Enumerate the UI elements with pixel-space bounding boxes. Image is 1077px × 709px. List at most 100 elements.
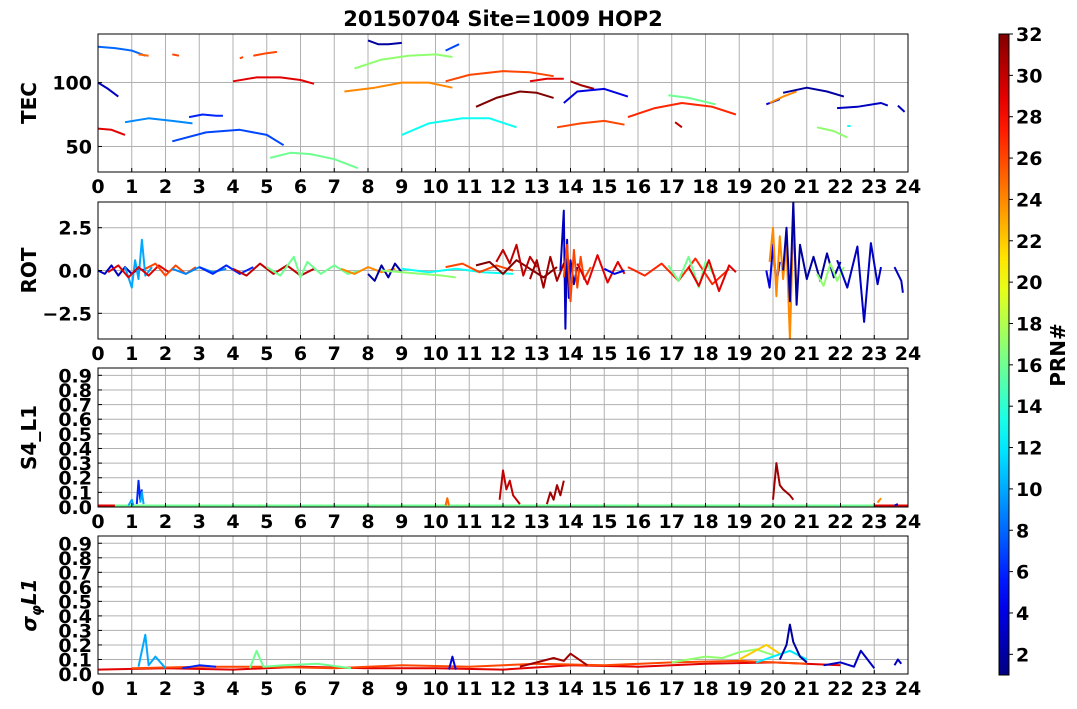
x-tick-label: 1 xyxy=(125,176,138,198)
x-tick-label: 7 xyxy=(328,678,341,700)
x-tick-label: 22 xyxy=(827,678,853,700)
series-line-prn-25 xyxy=(138,53,149,57)
panel-1: 0 1 2 3 4 5 6 7 8 9 10 11 12 13 14 15 16 17 18 19 20 21 22 23 24… xyxy=(17,33,921,198)
x-tick-label: 9 xyxy=(395,176,408,198)
y-tick-label: 0.0 xyxy=(58,261,92,283)
x-tick-label: 3 xyxy=(193,511,206,533)
colorbar-tick-label: 8 xyxy=(1016,520,1029,542)
y-axis-label: ROT xyxy=(17,247,41,293)
x-tick-label: 2 xyxy=(159,343,172,365)
colorbar-gradient xyxy=(998,33,1010,676)
x-tick-label: 17 xyxy=(659,678,685,700)
x-tick-label: 14 xyxy=(557,511,583,533)
x-tick-label: 22 xyxy=(827,176,853,198)
x-tick-label: 21 xyxy=(794,176,820,198)
x-tick-label: 6 xyxy=(294,511,307,533)
x-tick-label: 16 xyxy=(625,678,651,700)
x-tick-label: 11 xyxy=(456,343,482,365)
y-tick-label: 0.9 xyxy=(58,533,92,555)
x-tick-label: 0 xyxy=(91,511,104,533)
x-tick-label: 19 xyxy=(726,678,752,700)
colorbar-tick-label: 30 xyxy=(1016,65,1042,87)
x-tick-label: 20 xyxy=(760,176,786,198)
series-line-prn-26 xyxy=(239,56,244,60)
y-tick-label: 0.9 xyxy=(58,365,92,387)
figure: 20150704 Site=1009 HOP2 0 1 2 3 4 5 6 7 8 9 10 11 12… xyxy=(17,7,1070,700)
x-tick-label: 8 xyxy=(361,176,374,198)
x-tick-label: 3 xyxy=(193,678,206,700)
x-tick-label: 10 xyxy=(422,511,448,533)
x-tick-label: 23 xyxy=(861,343,887,365)
colorbar-label: PRN# xyxy=(1046,323,1070,387)
x-tick-label: 24 xyxy=(895,678,921,700)
y-tick-label: 100 xyxy=(52,73,92,95)
x-tick-label: 20 xyxy=(760,511,786,533)
x-tick-label: 15 xyxy=(591,176,617,198)
x-tick-label: 6 xyxy=(294,343,307,365)
colorbar-tick-label: 20 xyxy=(1016,272,1042,294)
panel-2: 0 1 2 3 4 5 6 7 8 9 10 11 12 13 14 15 16 17 18 19 20 21 22 23 24… xyxy=(17,201,921,365)
x-tick-label: 20 xyxy=(760,678,786,700)
x-tick-label: 20 xyxy=(760,343,786,365)
x-tick-label: 4 xyxy=(226,511,239,533)
x-tick-label: 14 xyxy=(557,678,583,700)
x-tick-label: 19 xyxy=(726,511,752,533)
y-axis-label: TEC xyxy=(17,82,41,124)
y-tick-label: −2.5 xyxy=(42,303,92,325)
x-tick-label: 2 xyxy=(159,176,172,198)
x-tick-label: 4 xyxy=(226,343,239,365)
x-tick-label: 0 xyxy=(91,343,104,365)
x-tick-label: 23 xyxy=(861,511,887,533)
x-tick-label: 18 xyxy=(692,678,718,700)
figure-title: 20150704 Site=1009 HOP2 xyxy=(343,7,663,31)
y-tick-label: 2.5 xyxy=(58,218,92,240)
y-axis-label: σφL1 xyxy=(17,578,45,631)
x-tick-label: 24 xyxy=(895,511,921,533)
series-line-prn-3 xyxy=(894,503,899,507)
colorbar-tick-label: 28 xyxy=(1016,107,1042,129)
x-tick-label: 5 xyxy=(260,511,273,533)
x-tick-label: 17 xyxy=(659,511,685,533)
x-tick-label: 15 xyxy=(591,678,617,700)
x-tick-label: 14 xyxy=(557,343,583,365)
x-tick-label: 23 xyxy=(861,176,887,198)
x-tick-label: 12 xyxy=(490,176,516,198)
x-tick-label: 19 xyxy=(726,176,752,198)
x-tick-label: 6 xyxy=(294,176,307,198)
x-tick-label: 5 xyxy=(260,343,273,365)
colorbar-tick-label: 32 xyxy=(1016,24,1042,46)
colorbar-tick-label: 4 xyxy=(1016,603,1029,625)
x-tick-label: 23 xyxy=(861,678,887,700)
x-tick-label: 15 xyxy=(591,511,617,533)
x-tick-label: 22 xyxy=(827,511,853,533)
x-tick-label: 4 xyxy=(226,678,239,700)
colorbar-tick-label: 2 xyxy=(1016,644,1029,666)
x-tick-label: 18 xyxy=(692,176,718,198)
x-tick-label: 9 xyxy=(395,343,408,365)
x-tick-label: 13 xyxy=(524,678,550,700)
y-tick-label: 50 xyxy=(66,136,92,158)
x-tick-label: 16 xyxy=(625,511,651,533)
x-tick-label: 2 xyxy=(159,511,172,533)
panel-3: 0 1 2 3 4 5 6 7 8 9 10 11 12 13 14 15 16 17 18 19 20 21 22 23 24… xyxy=(17,365,921,533)
x-tick-label: 7 xyxy=(328,343,341,365)
x-tick-label: 18 xyxy=(692,343,718,365)
colorbar-tick-label: 18 xyxy=(1016,313,1042,335)
x-tick-label: 7 xyxy=(328,176,341,198)
x-tick-label: 10 xyxy=(422,343,448,365)
colorbar-tick-label: 26 xyxy=(1016,148,1042,170)
colorbar-tick-label: 12 xyxy=(1016,438,1042,460)
x-tick-label: 13 xyxy=(524,343,550,365)
x-tick-label: 0 xyxy=(91,678,104,700)
x-tick-label: 10 xyxy=(422,678,448,700)
x-tick-label: 12 xyxy=(490,678,516,700)
x-tick-label: 10 xyxy=(422,176,448,198)
x-tick-label: 22 xyxy=(827,343,853,365)
x-tick-label: 9 xyxy=(395,678,408,700)
x-tick-label: 17 xyxy=(659,343,685,365)
x-tick-label: 1 xyxy=(125,678,138,700)
x-tick-label: 21 xyxy=(794,511,820,533)
x-tick-label: 3 xyxy=(193,176,206,198)
x-tick-label: 2 xyxy=(159,678,172,700)
x-tick-label: 17 xyxy=(659,176,685,198)
